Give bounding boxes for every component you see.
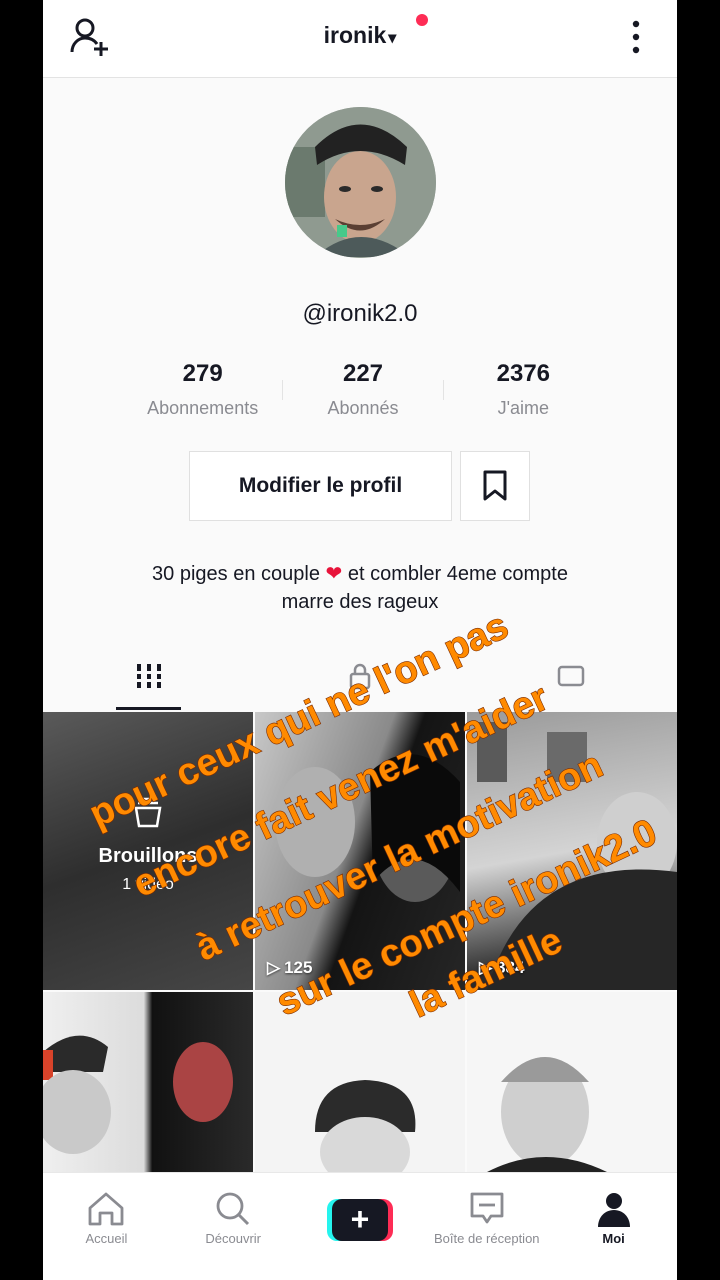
bookmark-icon bbox=[483, 470, 507, 501]
drafts-tile[interactable]: Brouillons 1 vidéo bbox=[43, 712, 253, 990]
video-tile[interactable] bbox=[467, 992, 677, 1172]
view-count-value: 384 bbox=[496, 958, 525, 977]
video-thumbnail bbox=[487, 1057, 607, 1172]
nav-inbox[interactable]: Boîte de réception bbox=[423, 1173, 550, 1280]
drafts-info: Brouillons 1 vidéo bbox=[43, 796, 253, 894]
lock-icon bbox=[349, 663, 371, 690]
video-tile[interactable] bbox=[43, 992, 253, 1172]
following-label: Abonnements bbox=[147, 398, 259, 418]
heart-emoji: ❤ bbox=[325, 563, 343, 585]
profile-stats: 279 Abonnements 227 Abonnés 2376 J'aime bbox=[123, 360, 603, 424]
profile-handle: @ironik2.0 bbox=[302, 300, 418, 327]
bio-text: 30 piges en couple bbox=[152, 563, 320, 585]
followers-count: 227 bbox=[342, 360, 384, 387]
play-icon: ▷ bbox=[479, 958, 493, 977]
video-thumbnail bbox=[43, 1035, 233, 1154]
drafts-title: Brouillons bbox=[98, 845, 198, 867]
profile-bio: 30 piges en couple ❤ et combler 4eme com… bbox=[63, 560, 657, 616]
drafts-icon bbox=[134, 797, 162, 828]
bio-text: et combler 4eme compte bbox=[347, 563, 568, 585]
inbox-icon bbox=[470, 1192, 504, 1224]
nav-home-label: Accueil bbox=[85, 1231, 128, 1246]
favorites-button[interactable] bbox=[460, 451, 530, 521]
more-options-icon[interactable] bbox=[619, 16, 653, 60]
play-icon: ▷ bbox=[267, 958, 281, 977]
content-tabs bbox=[43, 640, 677, 712]
following-count: 279 bbox=[182, 360, 223, 387]
view-count: ▷ 125 bbox=[267, 958, 312, 978]
nav-inbox-label: Boîte de réception bbox=[434, 1231, 540, 1246]
grid-icon bbox=[135, 664, 162, 688]
likes-count: 2376 bbox=[496, 360, 551, 387]
home-icon bbox=[88, 1192, 124, 1226]
video-tile[interactable] bbox=[255, 992, 465, 1172]
drafts-count: 1 vidéo bbox=[122, 876, 174, 893]
liked-videos-icon bbox=[558, 665, 585, 687]
bottom-navigation: Accueil Découvrir + Boîte de réception M… bbox=[43, 1172, 677, 1280]
avatar[interactable] bbox=[285, 107, 436, 258]
edit-profile-button[interactable]: Modifier le profil bbox=[189, 451, 452, 521]
tab-private[interactable] bbox=[254, 640, 465, 712]
notification-dot bbox=[416, 14, 428, 26]
view-count: ▷ 384 bbox=[479, 958, 524, 978]
create-button[interactable]: + bbox=[326, 1199, 393, 1241]
video-thumbnail bbox=[477, 722, 677, 990]
video-grid: Brouillons 1 vidéo ▷ 125 ▷ 384 bbox=[43, 712, 677, 1172]
top-bar: ironik ▾ bbox=[43, 0, 677, 78]
nav-home[interactable]: Accueil bbox=[43, 1173, 170, 1280]
nav-create[interactable]: + bbox=[297, 1173, 424, 1280]
likes-label: J'aime bbox=[497, 398, 550, 418]
tab-liked[interactable] bbox=[466, 640, 677, 712]
likes-stat[interactable]: 2376 J'aime bbox=[444, 360, 603, 424]
search-icon bbox=[216, 1192, 250, 1226]
video-thumbnail bbox=[315, 1080, 416, 1172]
account-switcher[interactable]: ironik ▾ bbox=[43, 22, 677, 49]
nav-me[interactable]: Moi bbox=[550, 1173, 677, 1280]
nav-discover[interactable]: Découvrir bbox=[170, 1173, 297, 1280]
chevron-down-icon: ▾ bbox=[388, 30, 397, 47]
video-tile[interactable]: ▷ 125 bbox=[255, 712, 465, 990]
followers-stat[interactable]: 227 Abonnés bbox=[283, 360, 442, 424]
nav-discover-label: Découvrir bbox=[205, 1231, 261, 1246]
video-thumbnail bbox=[275, 754, 460, 902]
tab-videos[interactable] bbox=[43, 640, 254, 712]
video-tile[interactable]: ▷ 384 bbox=[467, 712, 677, 990]
followers-label: Abonnés bbox=[327, 398, 399, 418]
view-count-value: 125 bbox=[284, 958, 313, 977]
following-stat[interactable]: 279 Abonnements bbox=[123, 360, 282, 424]
profile-screen: ironik▾ @ironik2.0 279 Abonnements 227 bbox=[43, 0, 677, 1280]
username-label: ironik bbox=[323, 22, 387, 48]
bio-text: marre des rageux bbox=[281, 591, 439, 613]
plus-icon: + bbox=[331, 1199, 388, 1241]
nav-me-label: Moi bbox=[602, 1231, 625, 1246]
profile-icon bbox=[597, 1193, 630, 1227]
